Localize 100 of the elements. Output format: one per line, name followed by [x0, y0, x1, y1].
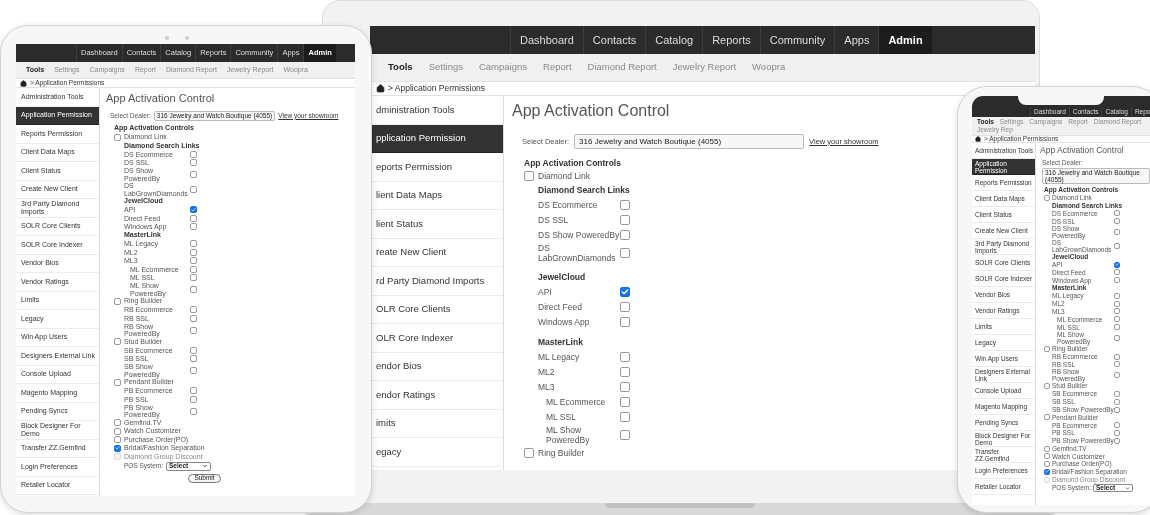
checkbox[interactable]: [620, 351, 630, 362]
checkbox[interactable]: [1114, 308, 1120, 315]
breadcrumb: > Application Permissions: [388, 82, 486, 95]
checkbox[interactable]: [620, 366, 630, 377]
checkbox[interactable]: [190, 171, 197, 178]
checkbox[interactable]: [524, 171, 534, 181]
sidebar-item[interactable]: pplication Permission: [370, 124, 503, 153]
option-label: ML3: [538, 381, 556, 392]
checkbox[interactable]: [114, 444, 121, 452]
checkbox[interactable]: [620, 396, 630, 407]
checkbox[interactable]: [114, 419, 121, 427]
checkbox-label: Ring Builder: [538, 446, 585, 460]
checkbox[interactable]: [1114, 261, 1120, 268]
checkbox[interactable]: [620, 316, 630, 327]
dealer-select[interactable]: 316 Jewelry and Watch Boutique (4055): [574, 134, 805, 149]
checkbox[interactable]: [114, 338, 121, 346]
option-label: ML Legacy: [538, 351, 581, 362]
checkbox-label: Diamond Link: [538, 169, 590, 183]
checkbox[interactable]: [190, 367, 197, 374]
checkbox[interactable]: [1114, 361, 1120, 368]
checkbox[interactable]: [190, 355, 197, 363]
checkbox[interactable]: [1044, 445, 1050, 452]
option-label: DS Ecommerce: [538, 199, 599, 210]
check-icon: [1045, 469, 1049, 475]
checkbox[interactable]: [190, 395, 197, 403]
checkbox[interactable]: [190, 214, 197, 222]
checkbox[interactable]: [114, 427, 121, 435]
checkbox[interactable]: [114, 133, 121, 141]
checkbox[interactable]: [620, 248, 630, 258]
check-icon: [191, 206, 196, 213]
checkbox[interactable]: [190, 257, 197, 265]
checkbox[interactable]: [1114, 316, 1120, 323]
option-label: DS SSL: [538, 214, 570, 225]
checkbox[interactable]: [114, 378, 121, 386]
checkbox[interactable]: [1114, 228, 1120, 235]
check-icon: [621, 287, 629, 296]
checkbox[interactable]: [620, 286, 630, 297]
page-title: App Activation Control: [106, 90, 215, 106]
checkbox[interactable]: [190, 326, 197, 334]
checkbox[interactable]: [1044, 383, 1050, 390]
page-title: App Activation Control: [512, 101, 670, 121]
checkbox[interactable]: [1114, 422, 1120, 429]
checkbox[interactable]: [524, 448, 534, 458]
checkbox[interactable]: [1114, 242, 1120, 249]
checkbox[interactable]: [190, 186, 197, 193]
checkbox[interactable]: [190, 387, 197, 395]
group-heading: Diamond Search Links: [538, 183, 630, 197]
checkbox[interactable]: [1044, 468, 1050, 475]
checkbox[interactable]: [1044, 453, 1050, 460]
checkbox[interactable]: [190, 286, 197, 293]
checkbox[interactable]: [190, 265, 197, 273]
home-icon[interactable]: [376, 84, 385, 93]
checkbox[interactable]: [1044, 194, 1050, 201]
checkbox[interactable]: [1114, 398, 1120, 405]
checkbox[interactable]: [1114, 277, 1120, 284]
checkbox[interactable]: [190, 223, 197, 231]
checkbox[interactable]: [1114, 391, 1120, 397]
option-label: DS LabGrownDiamonds: [538, 243, 617, 263]
option-label: ML2: [538, 366, 556, 377]
home-icon[interactable]: [975, 136, 981, 142]
checkbox[interactable]: [190, 159, 197, 167]
checkbox[interactable]: [190, 248, 197, 256]
checkbox[interactable]: [1044, 345, 1050, 352]
checkbox[interactable]: [1044, 414, 1050, 421]
checkbox[interactable]: [1114, 353, 1120, 360]
checkbox[interactable]: [190, 407, 197, 415]
checkbox[interactable]: [1044, 461, 1050, 468]
checkbox[interactable]: [1114, 334, 1120, 341]
option-label: ML Ecommerce: [546, 396, 607, 407]
checkbox[interactable]: [620, 430, 630, 440]
checkbox[interactable]: [1114, 372, 1120, 379]
checkbox[interactable]: [1114, 324, 1120, 330]
home-icon[interactable]: [20, 79, 27, 87]
option-label: Windows App: [538, 316, 591, 327]
checkbox[interactable]: [620, 229, 630, 240]
checkbox[interactable]: [1114, 406, 1120, 413]
checkbox[interactable]: [1114, 437, 1120, 444]
checkbox[interactable]: [190, 274, 197, 282]
checkbox[interactable]: [190, 240, 197, 248]
checkbox[interactable]: [1114, 218, 1120, 225]
checkbox[interactable]: [190, 206, 197, 214]
nav-tab[interactable]: Admin: [878, 26, 932, 54]
checkbox[interactable]: [620, 381, 630, 392]
checkbox[interactable]: [190, 346, 197, 354]
checkbox[interactable]: [190, 314, 197, 322]
checkbox[interactable]: [620, 301, 630, 312]
checkbox[interactable]: [190, 150, 197, 158]
checkbox[interactable]: [620, 411, 630, 422]
checkbox[interactable]: [114, 436, 121, 444]
sub-tab[interactable]: Tools: [388, 60, 413, 75]
checkbox[interactable]: [1114, 292, 1120, 299]
checkbox[interactable]: [1114, 210, 1120, 217]
page-title: App Activation Control: [1040, 144, 1124, 157]
checkbox[interactable]: [1114, 429, 1120, 436]
checkbox[interactable]: [620, 214, 630, 225]
checkbox[interactable]: [1114, 269, 1120, 276]
checkbox[interactable]: [620, 199, 630, 210]
checkbox[interactable]: [190, 306, 197, 314]
checkbox[interactable]: [114, 297, 121, 305]
checkbox[interactable]: [1114, 300, 1120, 307]
